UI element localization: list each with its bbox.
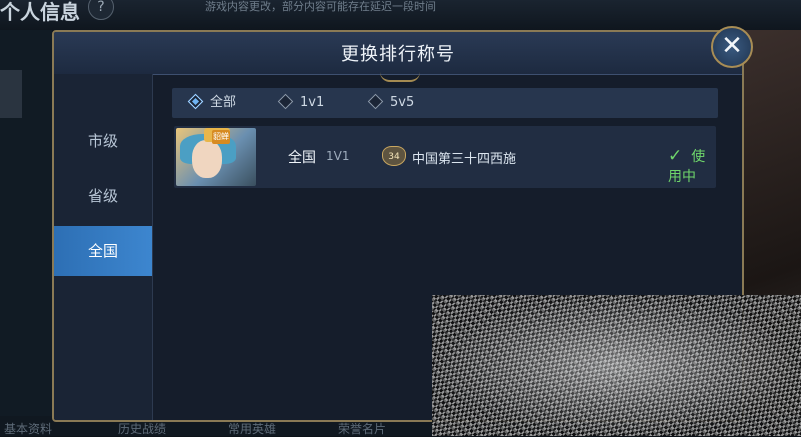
sidebar-item-national[interactable]: 全国 [54,226,152,276]
filter-5v5-label: 5v5 [390,95,415,110]
dialog-title: 更换排行称号 [341,44,455,65]
radio-diamond-icon [187,93,204,110]
radio-diamond-icon [277,93,294,110]
background-left-block [0,70,22,118]
background-page-title: 个人信息 [0,0,80,24]
bottom-tab-history[interactable]: 历史战绩 [118,420,166,437]
sidebar-item-province[interactable]: 省级 [54,171,152,221]
mode-filter-bar: 全部 1v1 5v5 [172,88,718,118]
status-in-use: ✓ 使用中 [668,146,716,186]
checkmark-icon: ✓ [668,146,683,166]
region-sidebar: 市级 省级 全国 [54,74,153,420]
radio-diamond-icon [367,93,384,110]
sidebar-item-city[interactable]: 市级 [54,116,152,166]
list-item[interactable]: 貂蝉 全国 1V1 34 中国第三十四西施 ✓ 使用中 [174,126,716,188]
hero-portrait: 貂蝉 [176,128,256,186]
bottom-tab-heroes[interactable]: 常用英雄 [228,420,276,437]
background-notice: 游戏内容更改，部分内容可能存在延迟一段时间 [205,0,436,13]
filter-1v1-label: 1v1 [300,95,325,110]
filter-all[interactable]: 全部 [187,88,237,118]
filter-all-label: 全部 [210,95,237,110]
filter-1v1[interactable]: 1v1 [277,88,325,118]
rank-badge-icon: 34 [382,146,406,166]
row-title-name: 中国第三十四西施 [412,152,517,167]
portrait-tag: 貂蝉 [212,130,230,144]
bottom-tab-profile[interactable]: 基本资料 [4,420,52,437]
row-mode: 1V1 [326,149,350,163]
filter-5v5[interactable]: 5v5 [367,88,415,118]
row-scope: 全国 [288,150,316,166]
close-button[interactable]: ✕ [711,26,753,68]
pixelated-overlay [432,295,801,436]
dialog-header: 更换排行称号 [54,32,742,75]
header-ornament-icon [380,72,420,82]
background-left-panel [0,30,52,436]
bottom-tab-cards[interactable]: 荣誉名片 [338,420,386,437]
